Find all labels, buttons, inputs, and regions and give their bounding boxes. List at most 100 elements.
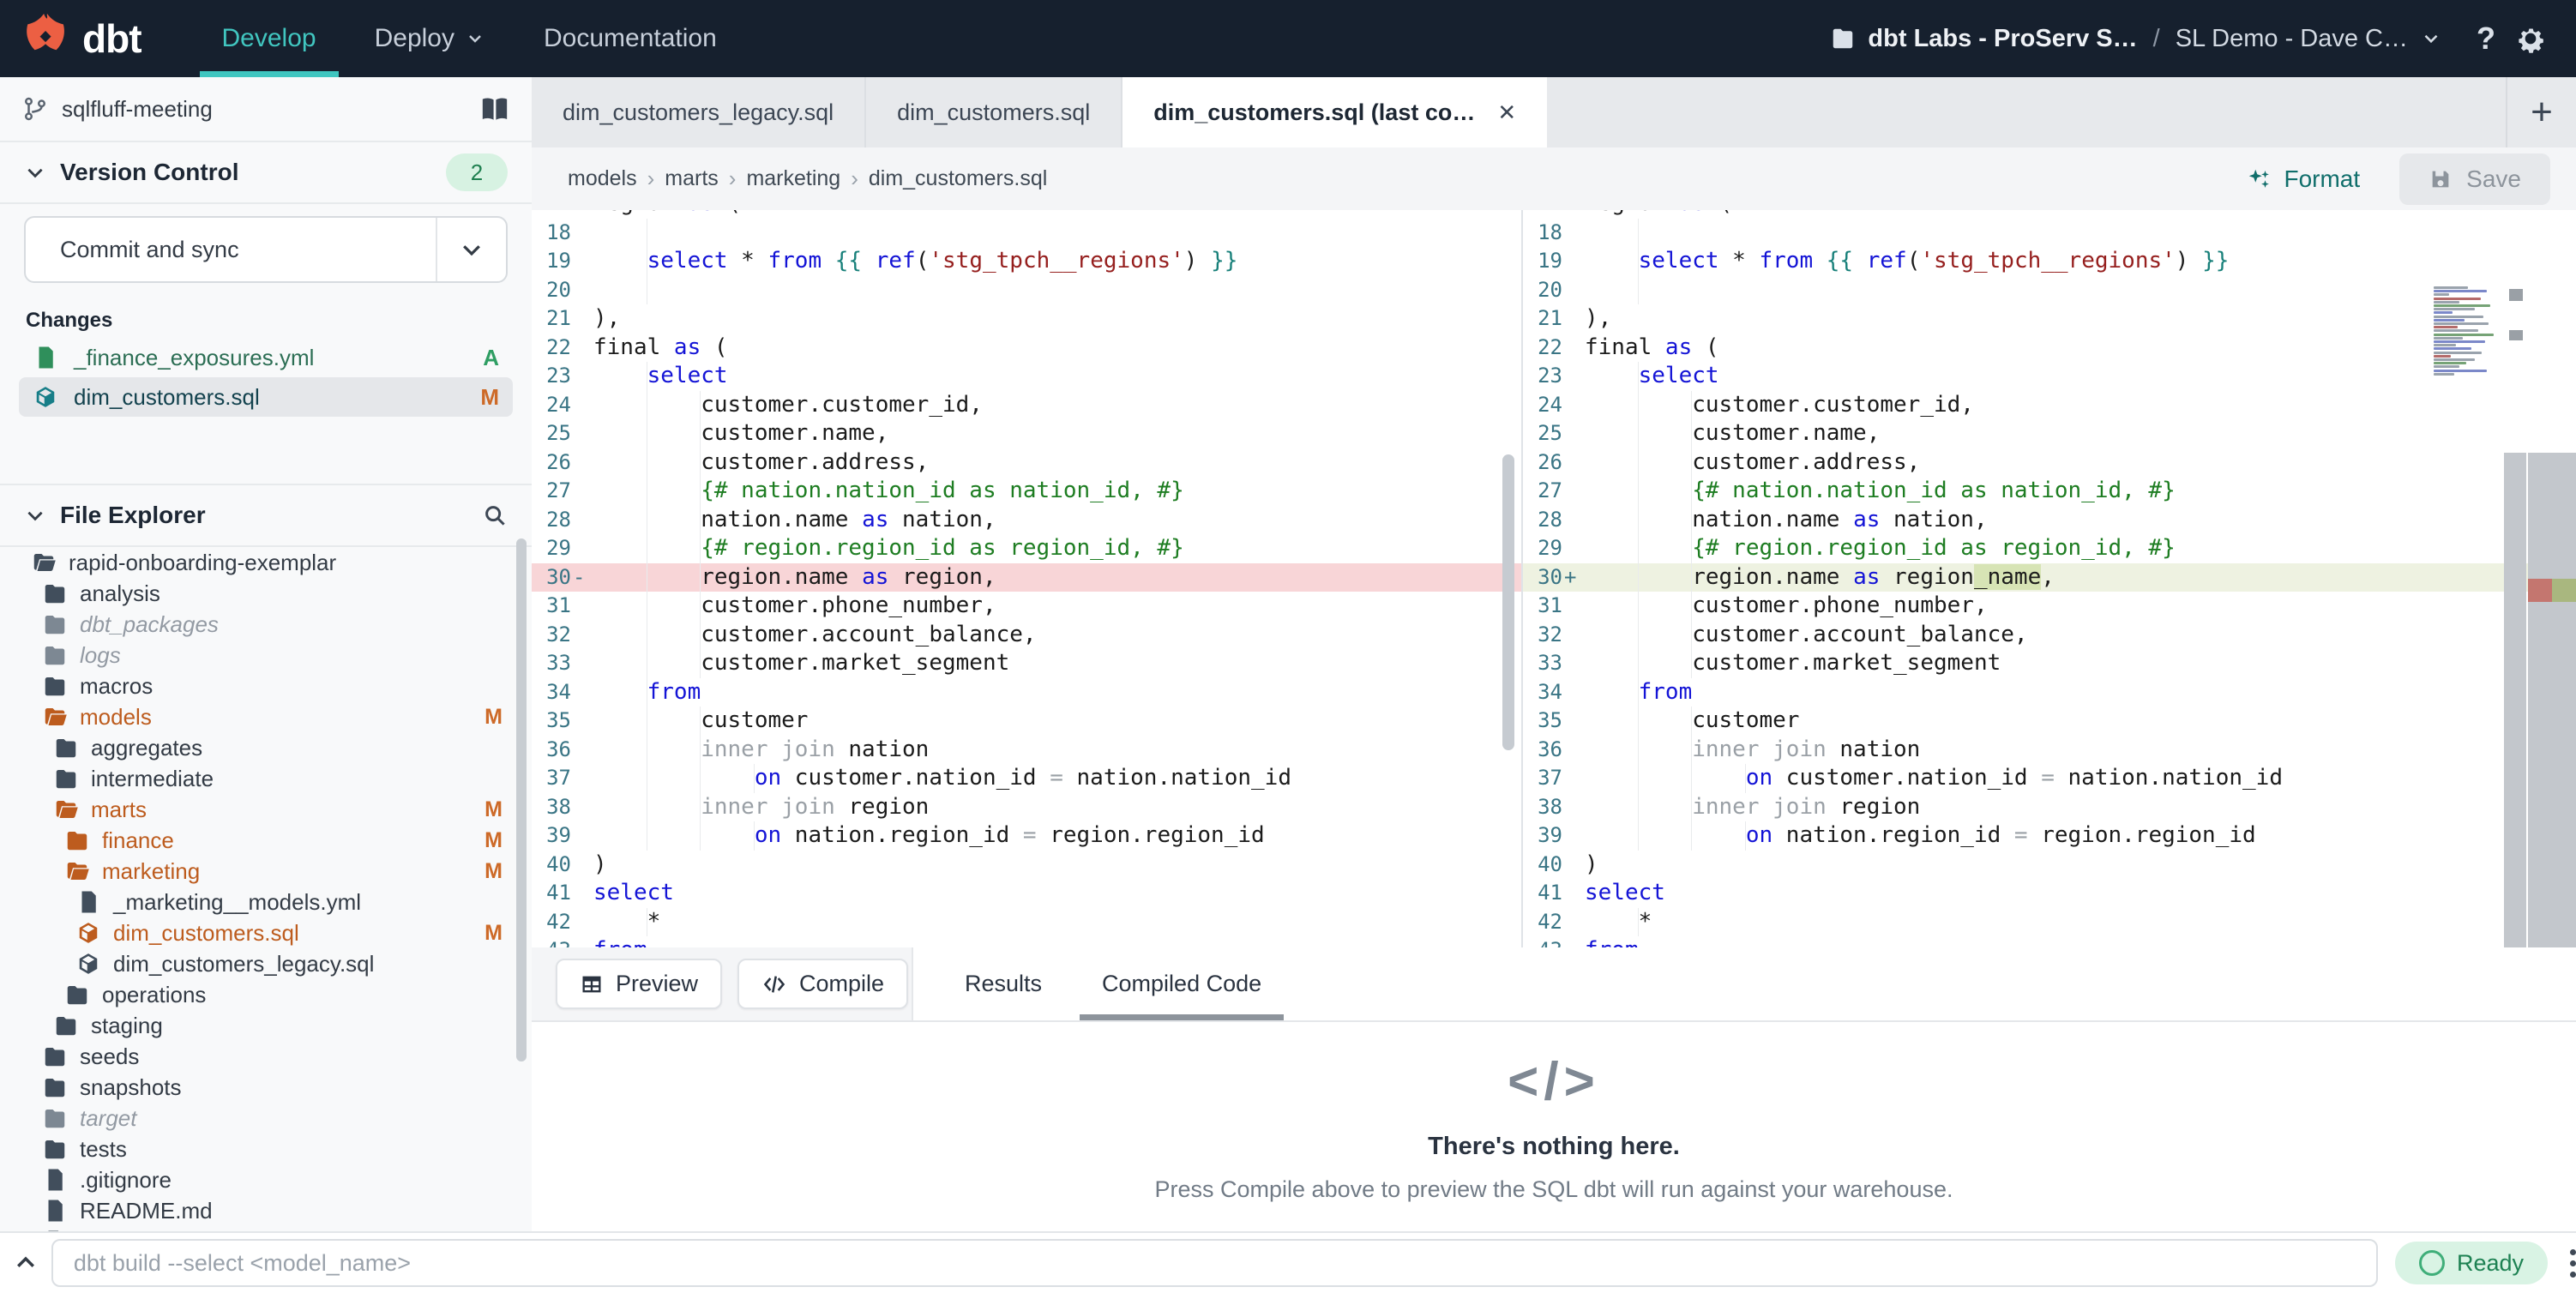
code-line-40[interactable]: 40) [1523, 851, 2576, 880]
code-line-24[interactable]: 24customer.customer_id, [1523, 391, 2576, 420]
commit-options-dropdown[interactable] [436, 218, 506, 281]
code-line-29[interactable]: 29{# region.region_id as region_id, #} [532, 534, 1521, 563]
tree-item-dim_customers.sql[interactable]: dim_customers.sqlM [0, 917, 532, 948]
tree-item-seeds[interactable]: seeds [0, 1041, 532, 1072]
breadcrumb-item[interactable]: marts [665, 166, 719, 191]
tree-item-_marketing__models.yml[interactable]: _marketing__models.yml [0, 887, 532, 917]
results-tab-compiled-code[interactable]: Compiled Code [1102, 947, 1261, 1020]
tree-item-staging[interactable]: staging [0, 1010, 532, 1041]
code-line-27[interactable]: 27{# nation.nation_id as nation_id, #} [1523, 477, 2576, 506]
editor-tab-1[interactable]: dim_customers_legacy.sql [532, 77, 866, 147]
code-line-23[interactable]: 23select [532, 362, 1521, 391]
kebab-menu-icon[interactable] [2570, 1249, 2576, 1278]
dbt-command-input[interactable] [51, 1239, 2378, 1287]
code-line-43[interactable]: 43from [1523, 936, 2576, 947]
code-line-29[interactable]: 29{# region.region_id as region_id, #} [1523, 534, 2576, 563]
account-project-switcher[interactable]: dbt Labs - ProServ S… / SL Demo - Dave C… [1830, 25, 2442, 53]
preview-button[interactable]: Preview [556, 959, 722, 1009]
tree-item-.gitignore[interactable]: .gitignore [0, 1164, 532, 1195]
code-line-33[interactable]: 33customer.market_segment [1523, 649, 2576, 678]
code-line-26[interactable]: 26customer.address, [1523, 448, 2576, 478]
tree-item-analysis[interactable]: analysis [0, 578, 532, 609]
code-line-38[interactable]: 38inner join region [532, 793, 1521, 822]
diff-pane-modified[interactable]: 17region as (1819select * from {{ ref('s… [1523, 210, 2576, 947]
code-line-43[interactable]: 43from [532, 936, 1521, 947]
breadcrumb-item[interactable]: dim_customers.sql [869, 166, 1047, 191]
close-tab-icon[interactable]: ✕ [1497, 99, 1516, 126]
left-pane-scrollbar[interactable] [1502, 454, 1514, 750]
diff-overview-ruler[interactable] [2528, 453, 2576, 947]
tree-item-dim_customers_legacy.sql[interactable]: dim_customers_legacy.sql [0, 948, 532, 979]
code-line-28[interactable]: 28nation.name as nation, [532, 506, 1521, 535]
code-line-42[interactable]: 42* [1523, 908, 2576, 937]
diff-pane-original[interactable]: 17region as (1819select * from {{ ref('s… [532, 210, 1523, 947]
nav-item-documentation[interactable]: Documentation [515, 0, 746, 77]
file-explorer-header[interactable]: File Explorer [0, 484, 532, 547]
save-button[interactable]: Save [2399, 153, 2550, 205]
code-line-30-removed[interactable]: 30-region.name as region, [532, 563, 1521, 592]
code-line-41[interactable]: 41select [1523, 879, 2576, 908]
code-line-34[interactable]: 34from [532, 678, 1521, 707]
results-tab-results[interactable]: Results [965, 947, 1042, 1020]
tree-item-target[interactable]: target [0, 1103, 532, 1134]
code-line-17[interactable]: 17region as ( [1523, 210, 2576, 219]
code-line-27[interactable]: 27{# nation.nation_id as nation_id, #} [532, 477, 1521, 506]
code-line-37[interactable]: 37on customer.nation_id = nation.nation_… [1523, 764, 2576, 793]
code-line-34[interactable]: 34from [1523, 678, 2576, 707]
format-button[interactable]: Format [2246, 165, 2360, 193]
code-line-36[interactable]: 36inner join nation [1523, 736, 2576, 765]
breadcrumb-item[interactable]: marketing [746, 166, 840, 191]
code-line-37[interactable]: 37on customer.nation_id = nation.nation_… [532, 764, 1521, 793]
code-line-40[interactable]: 40) [532, 851, 1521, 880]
code-line-42[interactable]: 42* [532, 908, 1521, 937]
code-line-35[interactable]: 35customer [1523, 707, 2576, 736]
nav-item-develop[interactable]: Develop [193, 0, 346, 77]
code-line-33[interactable]: 33customer.market_segment [532, 649, 1521, 678]
tree-item-snapshots[interactable]: snapshots [0, 1072, 532, 1103]
tree-item-marts[interactable]: martsM [0, 794, 532, 825]
tree-item-logs[interactable]: logs [0, 640, 532, 671]
expand-command-panel-icon[interactable] [0, 1250, 51, 1276]
tree-item-marketing[interactable]: marketingM [0, 856, 532, 887]
code-line-28[interactable]: 28nation.name as nation, [1523, 506, 2576, 535]
code-line-32[interactable]: 32customer.account_balance, [532, 621, 1521, 650]
code-line-30-added[interactable]: 30+region.name as region_name, [1523, 563, 2576, 592]
sidebar-scrollbar[interactable] [516, 538, 527, 1061]
version-control-header[interactable]: Version Control 2 [0, 142, 532, 204]
code-line-25[interactable]: 25customer.name, [1523, 419, 2576, 448]
nav-item-deploy[interactable]: Deploy [346, 0, 515, 77]
dbt-logo[interactable]: dbt [22, 14, 141, 63]
code-line-38[interactable]: 38inner join region [1523, 793, 2576, 822]
code-line-22[interactable]: 22final as ( [532, 334, 1521, 363]
tree-item-macros[interactable]: macros [0, 671, 532, 701]
tree-item-tests[interactable]: tests [0, 1134, 532, 1164]
compile-button[interactable]: Compile [737, 959, 908, 1009]
code-line-18[interactable]: 18 [1523, 219, 2576, 248]
code-line-20[interactable]: 20 [532, 276, 1521, 305]
code-line-31[interactable]: 31customer.phone_number, [1523, 592, 2576, 621]
tree-item-models[interactable]: modelsM [0, 701, 532, 732]
change-item-_finance_exposures.yml[interactable]: _finance_exposures.ymlA [19, 338, 513, 377]
minimap[interactable] [2430, 286, 2502, 381]
code-line-19[interactable]: 19select * from {{ ref('stg_tpch__region… [1523, 247, 2576, 276]
search-icon[interactable] [482, 502, 508, 528]
docs-book-icon[interactable] [480, 96, 509, 122]
breadcrumb-item[interactable]: models [568, 166, 637, 191]
help-icon[interactable]: ? [2477, 21, 2495, 57]
code-line-35[interactable]: 35customer [532, 707, 1521, 736]
code-line-39[interactable]: 39on nation.region_id = region.region_id [1523, 821, 2576, 851]
code-line-36[interactable]: 36inner join nation [532, 736, 1521, 765]
code-line-41[interactable]: 41select [532, 879, 1521, 908]
right-pane-scrollbar[interactable] [2504, 453, 2526, 947]
editor-tab-2[interactable]: dim_customers.sql [866, 77, 1122, 147]
commit-and-sync-button[interactable]: Commit and sync [24, 216, 508, 283]
code-line-22[interactable]: 22final as ( [1523, 334, 2576, 363]
code-line-21[interactable]: 21), [1523, 304, 2576, 334]
code-line-17[interactable]: 17region as ( [532, 210, 1521, 219]
code-line-23[interactable]: 23select [1523, 362, 2576, 391]
gear-icon[interactable] [2514, 22, 2547, 55]
tree-item-dbt_packages[interactable]: dbt_packages [0, 609, 532, 640]
tree-item-README.md[interactable]: README.md [0, 1195, 532, 1226]
tree-item-intermediate[interactable]: intermediate [0, 763, 532, 794]
code-line-32[interactable]: 32customer.account_balance, [1523, 621, 2576, 650]
